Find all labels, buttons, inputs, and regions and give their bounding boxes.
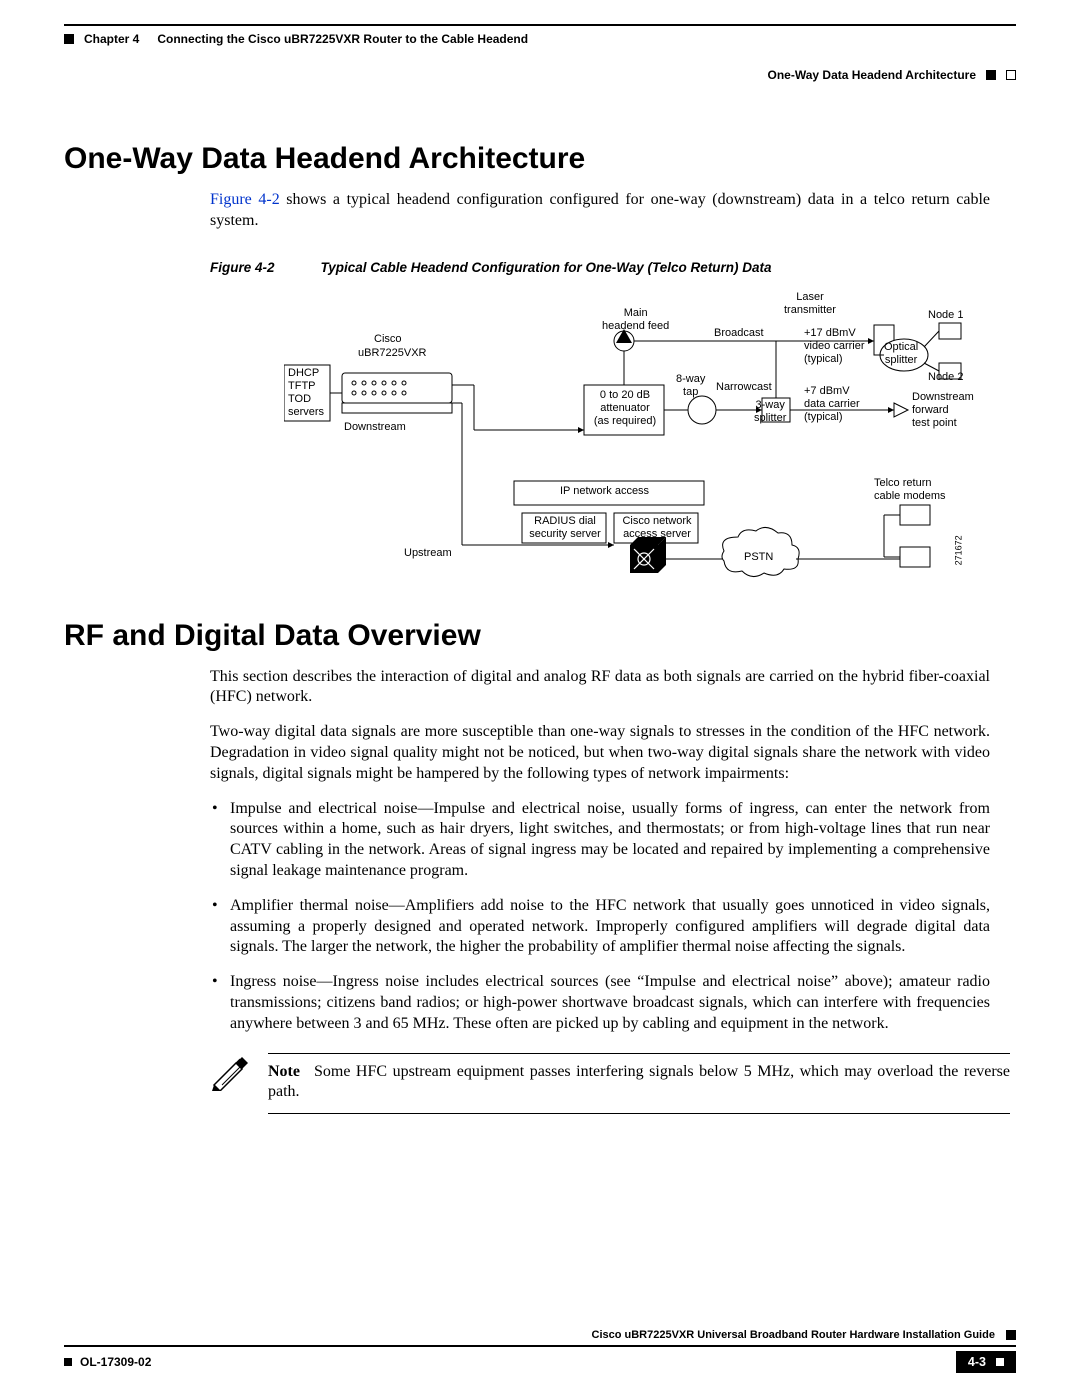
header-square-icon [986,70,996,80]
note-text: Some HFC upstream equipment passes inter… [268,1063,1010,1101]
label-attenuator: 0 to 20 dB attenuator (as required) [589,389,661,429]
page-footer: Cisco uBR7225VXR Universal Broadband Rou… [64,1329,1016,1373]
label-node2: Node 2 [928,371,963,384]
section2-body: This section describes the interaction o… [210,667,990,1035]
note-pencil-icon [210,1053,252,1096]
label-cisco-access: Cisco network access server [618,515,696,541]
label-splitter3: 3-way splitter [754,399,786,425]
page-header: Chapter 4 Connecting the Cisco uBR7225VX… [64,24,1016,46]
page-number-box: 4-3 [956,1351,1016,1373]
note-block: NoteSome HFC upstream equipment passes i… [210,1053,1010,1115]
label-servers: DHCP TFTP TOD servers [288,367,324,420]
label-narrowcast: Narrowcast [716,381,772,394]
page-number: 4-3 [968,1355,986,1369]
label-downstream: Downstream [344,421,406,434]
footer-doc-id: OL-17309-02 [80,1355,151,1369]
section-heading-rf: RF and Digital Data Overview [64,619,1016,653]
header-square-outline-icon [1006,70,1016,80]
footer-book-title: Cisco uBR7225VXR Universal Broadband Rou… [592,1329,995,1341]
label-radius: RADIUS dial security server [528,515,602,541]
label-tap: 8-way tap [676,373,705,399]
section2-para1: This section describes the interaction o… [210,667,990,709]
label-laser: Laser transmitter [784,291,836,317]
label-video-carrier: +17 dBmV video carrier (typical) [804,327,865,367]
note-label: Note [268,1063,300,1080]
label-fwd-test: Downstream forward test point [912,391,974,431]
footer-square-icon [1006,1330,1016,1340]
label-fig-id: 271672 [954,535,965,565]
label-pstn: PSTN [744,551,773,564]
label-model: uBR7225VXR [358,347,427,360]
bullet-amplifier: Amplifier thermal noise—Amplifiers add n… [210,896,990,958]
figure-title: Typical Cable Headend Configuration for … [321,260,772,275]
header-section-title: One-Way Data Headend Architecture [768,68,977,82]
footer-white-square-icon [996,1358,1004,1366]
label-ip-access: IP network access [560,485,649,498]
section1-body: Figure 4-2 shows a typical headend confi… [210,190,990,232]
label-cisco: Cisco [374,333,402,346]
section-heading-oneway: One-Way Data Headend Architecture [64,142,1016,176]
header-square-icon [64,34,74,44]
label-main-feed: Main headend feed [602,307,669,333]
label-data-carrier: +7 dBmV data carrier (typical) [804,385,860,425]
chapter-title: Connecting the Cisco uBR7225VXR Router t… [157,32,528,46]
bullet-ingress: Ingress noise—Ingress noise includes ele… [210,972,990,1034]
bullet-impulse: Impulse and electrical noise—Impulse and… [210,799,990,882]
label-upstream: Upstream [404,547,452,560]
figure-diagram: Cisco uBR7225VXR DHCP TFTP TOD servers D… [284,285,964,585]
label-optical-splitter: Optical splitter [884,341,918,367]
figure-caption: Figure 4-2 Typical Cable Headend Configur… [210,260,1016,275]
figure-number: Figure 4-2 [210,260,275,275]
footer-square-icon [64,1358,72,1366]
label-broadcast: Broadcast [714,327,764,340]
label-node1: Node 1 [928,309,963,322]
section2-para2: Two-way digital data signals are more su… [210,722,990,784]
figure-reference-link[interactable]: Figure 4-2 [210,191,280,208]
label-telco-modems: Telco return cable modems [874,477,946,503]
chapter-number: Chapter 4 [84,32,139,46]
section1-para1-rest: shows a typical headend configuration co… [210,191,990,229]
